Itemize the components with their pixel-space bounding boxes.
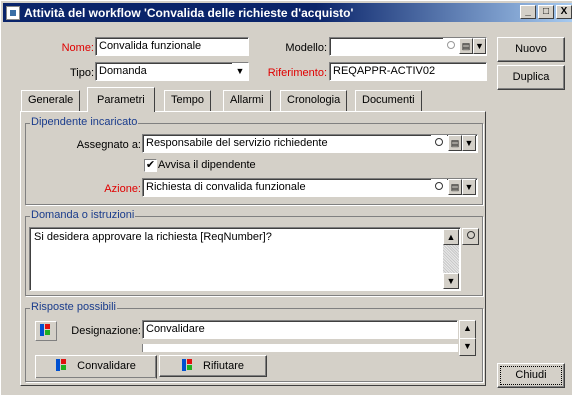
type-select[interactable]: Domanda <box>95 62 249 81</box>
assigned-field[interactable]: Responsabile del servizio richiedente <box>142 134 478 153</box>
window-title: Attività del workflow 'Convalida delle r… <box>24 5 354 20</box>
action-field[interactable]: Richiesta di convalida funzionale <box>142 178 478 197</box>
tab-time[interactable]: Tempo <box>164 90 212 111</box>
designation-label: Designazione: <box>71 325 141 337</box>
type-dropdown-arrow-icon[interactable]: ▼ <box>232 63 248 79</box>
designation-field[interactable]: Convalidare <box>142 320 458 339</box>
question-group-title: Domanda o istruzioni <box>30 209 136 221</box>
reference-field[interactable]: REQAPPR-ACTIV02 <box>329 62 487 81</box>
scroll-down-arrow-icon[interactable]: ▼ <box>443 273 459 289</box>
reference-label: Riferimento: <box>267 67 327 79</box>
tab-parameters[interactable]: Parametri <box>87 87 155 112</box>
action-label: Azione: <box>104 183 141 195</box>
notify-label: Avvisa il dipendente <box>158 159 256 171</box>
tab-documents[interactable]: Documenti <box>355 90 422 111</box>
workflow-activity-window: Attività del workflow 'Convalida delle r… <box>0 0 572 395</box>
assigned-list-icon[interactable]: ▤ <box>448 135 462 151</box>
assigned-label: Assegnato a: <box>76 139 141 151</box>
close-window-button[interactable]: X <box>556 5 572 19</box>
tab-general[interactable]: Generale <box>21 90 81 111</box>
assigned-dropdown-arrow-icon[interactable]: ▼ <box>462 135 476 151</box>
model-list-icon[interactable]: ▤ <box>459 38 473 54</box>
designation-spin-down-icon[interactable]: ▼ <box>459 338 476 356</box>
assigned-search-icon[interactable] <box>431 135 447 151</box>
answer-validate-label: Convalidare <box>77 360 136 372</box>
answer-button-reject[interactable]: Rifiutare <box>159 355 267 377</box>
action-search-icon[interactable] <box>431 179 447 195</box>
scroll-up-arrow-icon[interactable]: ▲ <box>443 229 459 245</box>
answers-group-title: Risposte possibili <box>30 301 117 313</box>
traffic-light-icon <box>35 321 57 341</box>
name-label: Nome: <box>61 42 94 54</box>
question-textarea[interactable]: Si desidera approvare la richiesta [ReqN… <box>29 227 461 291</box>
name-field[interactable]: Convalida funzionale <box>95 37 249 56</box>
second-row-field-edge <box>142 344 458 352</box>
title-bar[interactable]: Attività del workflow 'Convalida delle r… <box>3 3 572 22</box>
answer-button-validate[interactable]: Convalidare <box>35 355 157 379</box>
answer-reject-label: Rifiutare <box>203 360 245 372</box>
new-button[interactable]: Nuovo <box>497 37 565 62</box>
model-dropdown-arrow-icon[interactable]: ▼ <box>473 38 486 54</box>
designation-spin-up-icon[interactable]: ▲ <box>459 320 476 339</box>
window-app-icon <box>6 5 20 20</box>
model-search-icon[interactable] <box>443 38 459 54</box>
duplicate-button[interactable]: Duplica <box>497 65 565 90</box>
traffic-light-icon <box>181 359 194 373</box>
action-list-icon[interactable]: ▤ <box>448 179 462 195</box>
notify-checkbox[interactable]: ✔ <box>144 159 157 172</box>
type-label: Tipo: <box>69 67 94 79</box>
close-button[interactable]: Chiudi <box>497 363 565 388</box>
question-search-icon[interactable] <box>462 228 479 245</box>
model-label: Modello: <box>285 42 327 54</box>
tab-alarms[interactable]: Allarmi <box>223 90 271 111</box>
assignee-group-title: Dipendente incaricato <box>30 116 139 128</box>
tab-history[interactable]: Cronologia <box>280 90 348 111</box>
minimize-button[interactable]: _ <box>520 5 536 19</box>
traffic-light-icon <box>56 359 68 373</box>
action-dropdown-arrow-icon[interactable]: ▼ <box>462 179 476 195</box>
maximize-button[interactable]: □ <box>538 5 554 19</box>
